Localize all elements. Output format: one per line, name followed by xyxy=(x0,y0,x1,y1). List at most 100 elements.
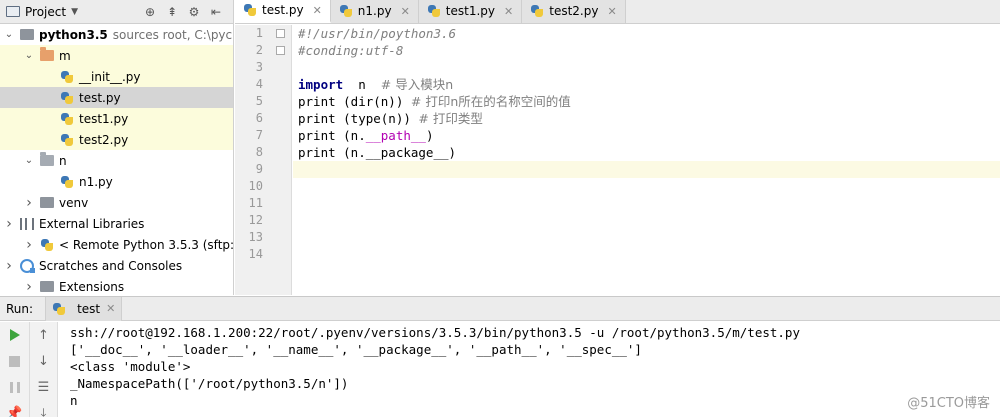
close-icon[interactable]: ✕ xyxy=(313,4,322,17)
pin-button[interactable]: 📌 xyxy=(0,400,29,417)
project-panel: Project ▼ ⊕ ⇞ ⚙ ⇤ ⌄ python3.5 sources ro… xyxy=(0,0,234,295)
tree-item-m[interactable]: ⌄ m xyxy=(0,45,233,66)
collapse-all-icon[interactable]: ⇞ xyxy=(161,2,183,22)
pin-icon: 📌 xyxy=(6,405,23,417)
hide-panel-icon[interactable]: ⇤ xyxy=(205,2,227,22)
fold-marker-icon[interactable] xyxy=(276,46,285,55)
run-tab-test[interactable]: test ✕ xyxy=(45,296,123,321)
tree-item-scratches-and-consoles[interactable]: › Scratches and Consoles xyxy=(0,255,233,276)
code-token: print (dir(n)) xyxy=(298,94,411,109)
code-line: print (n.__path__) xyxy=(293,127,1000,144)
arrow-up-icon: ↑ xyxy=(38,327,49,343)
tree-item-n1-py[interactable]: n1.py xyxy=(0,171,233,192)
code-line xyxy=(293,161,1000,178)
tab-test2-py[interactable]: test2.py ✕ xyxy=(522,0,626,23)
line-number: 11 xyxy=(248,196,263,210)
locate-icon[interactable]: ⊕ xyxy=(139,2,161,22)
tree-item-n[interactable]: ⌄ n xyxy=(0,150,233,171)
line-number: 5 xyxy=(255,94,263,108)
project-tree: ⌄ python3.5 sources root, C:\pych ⌄ m __in… xyxy=(0,24,233,295)
scroll-down-button[interactable]: ↓ xyxy=(30,348,57,374)
pause-button[interactable] xyxy=(0,374,29,400)
run-panel: Run: test ✕ 📌 ↑ ↓ ☰ ⤓ ssh://root@192.168… xyxy=(0,296,1000,417)
tree-item-extensions[interactable]: › Extensions xyxy=(0,276,233,295)
tab-test1-py[interactable]: test1.py ✕ xyxy=(418,0,523,23)
folder-icon xyxy=(40,197,54,208)
scroll-to-end-icon: ⤓ xyxy=(40,405,47,417)
python-file-icon xyxy=(530,4,544,18)
tree-item-root[interactable]: ⌄ python3.5 sources root, C:\pych xyxy=(0,24,233,45)
scroll-up-button[interactable]: ↑ xyxy=(30,322,57,348)
chevron-right-icon[interactable]: › xyxy=(2,216,16,232)
close-icon[interactable]: ✕ xyxy=(401,5,410,18)
chevron-right-icon[interactable]: › xyxy=(2,258,16,274)
tab-label: test1.py xyxy=(445,4,496,18)
folder-icon xyxy=(40,47,54,61)
comment: # 导入模块n xyxy=(380,77,454,92)
tree-item-label: Extensions xyxy=(59,279,125,294)
close-icon[interactable]: ✕ xyxy=(504,5,513,18)
project-view-selector[interactable]: Project ▼ xyxy=(6,5,78,19)
tree-item-init-py[interactable]: __init__.py xyxy=(0,66,233,87)
line-number: 8 xyxy=(255,145,263,159)
editor-tab-bar: test.py ✕ n1.py ✕ test1.py ✕ test2.py ✕ xyxy=(235,0,1000,24)
tree-item-external-libraries[interactable]: › External Libraries xyxy=(0,213,233,234)
line-number: 4 xyxy=(255,77,263,91)
code-token: ) xyxy=(425,128,434,143)
gear-icon[interactable]: ⚙ xyxy=(183,2,205,22)
comment: # 打印n所在的名称空间的值 xyxy=(410,94,571,109)
python-file-icon xyxy=(427,4,441,18)
line-number: 12 xyxy=(248,213,263,227)
tree-item-label: n1.py xyxy=(79,174,113,189)
editor: test.py ✕ n1.py ✕ test1.py ✕ test2.py ✕ 12 3 4 5 6 7… xyxy=(235,0,1000,295)
line-number: 7 xyxy=(255,128,263,142)
console-line: <class 'module'> xyxy=(70,359,191,374)
tree-item-test1-py[interactable]: test1.py xyxy=(0,108,233,129)
close-icon[interactable]: ✕ xyxy=(106,302,115,315)
chevron-right-icon[interactable]: › xyxy=(22,195,36,211)
line-number: 3 xyxy=(255,60,263,74)
tree-item-test-py[interactable]: test.py xyxy=(0,87,233,108)
code-line: #conding:utf-8 xyxy=(293,42,1000,59)
code-line: import n # 导入模块n xyxy=(293,76,1000,93)
code-token: print (type(n)) xyxy=(298,111,419,126)
tree-item-venv[interactable]: › venv xyxy=(0,192,233,213)
code-area[interactable]: #!/usr/bin/poython3.6 #conding:utf-8 impor… xyxy=(293,25,1000,295)
tab-n1-py[interactable]: n1.py ✕ xyxy=(330,0,419,23)
arrow-down-icon: ↓ xyxy=(38,353,49,369)
python-file-icon xyxy=(60,70,74,84)
code-line: #!/usr/bin/poython3.6 xyxy=(293,25,1000,42)
python-file-icon xyxy=(339,4,353,18)
tree-item-label: m xyxy=(59,48,71,63)
close-icon[interactable]: ✕ xyxy=(607,5,616,18)
project-title: Project xyxy=(25,4,67,19)
tree-item-label: __init__.py xyxy=(79,69,141,84)
play-icon xyxy=(9,329,20,341)
console-output[interactable]: ssh://root@192.168.1.200:22/root/.pyenv/… xyxy=(70,322,1000,417)
soft-wrap-button[interactable]: ☰ xyxy=(30,374,57,400)
tree-item-test2-py[interactable]: test2.py xyxy=(0,129,233,150)
tree-item-label: venv xyxy=(59,195,89,210)
scroll-to-end-button[interactable]: ⤓ xyxy=(30,400,57,417)
chevron-down-icon[interactable]: ⌄ xyxy=(22,155,36,166)
chevron-right-icon[interactable]: › xyxy=(22,237,36,253)
python-file-icon xyxy=(60,175,74,189)
rerun-button[interactable] xyxy=(0,322,29,348)
chevron-right-icon[interactable]: › xyxy=(22,279,36,295)
chevron-down-icon[interactable]: ⌄ xyxy=(2,29,16,40)
chevron-down-icon[interactable]: ⌄ xyxy=(22,50,36,61)
fold-marker-icon[interactable] xyxy=(276,29,285,38)
tree-item-remote-python-3-5-3-sftp[interactable]: › < Remote Python 3.5.3 (sftp:// xyxy=(0,234,233,255)
code-token: print (n.__package__) xyxy=(298,145,457,160)
root-name: python3.5 xyxy=(39,27,108,42)
comment: # 打印类型 xyxy=(418,111,483,126)
tab-test-py[interactable]: test.py ✕ xyxy=(235,0,331,23)
python-file-icon xyxy=(60,133,74,147)
watermark: @51CTO博客 xyxy=(907,396,990,411)
stop-button[interactable] xyxy=(0,348,29,374)
tree-item-label: n xyxy=(59,153,67,168)
